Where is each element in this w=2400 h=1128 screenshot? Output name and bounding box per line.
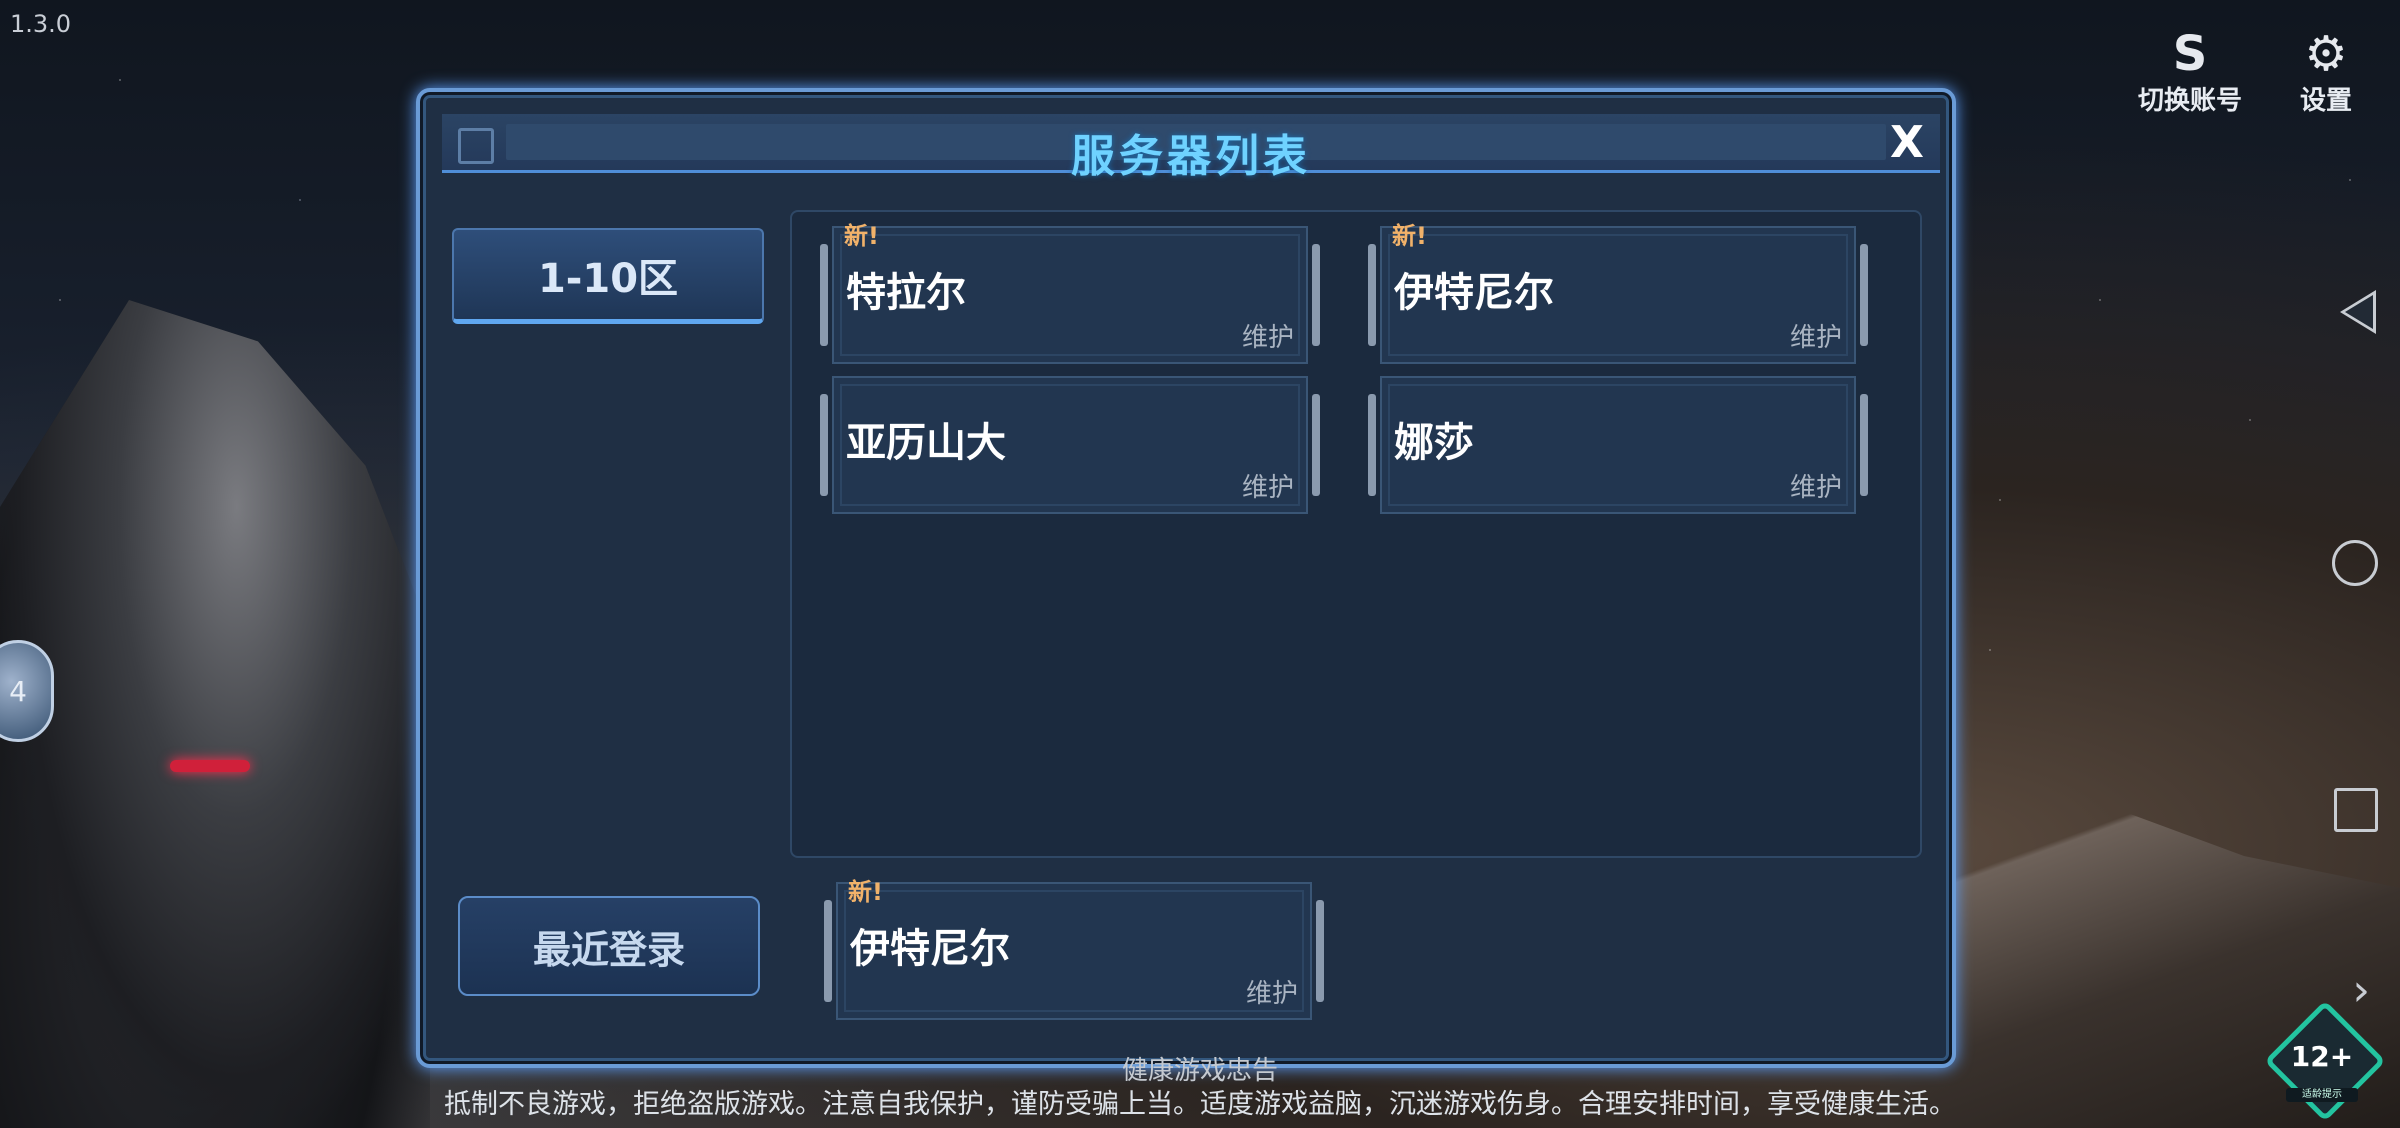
server-name: 伊特尼尔 <box>1394 270 1554 316</box>
settings-label: 设置 <box>2299 86 2352 116</box>
server-list-dialog: 服务器列表 X 1-10区 新! 特拉尔 维护 新! 伊特尼尔 维护 亚历山大 … <box>416 88 1956 1068</box>
dialog-title: 服务器列表 <box>1071 131 1311 182</box>
server-card[interactable]: 新! 特拉尔 维护 <box>820 222 1320 364</box>
nav-back-icon[interactable] <box>2340 290 2376 334</box>
version-label: 1.3.0 <box>10 10 72 38</box>
recent-login-button[interactable]: 最近登录 <box>458 896 760 996</box>
side-badge-number: 4 <box>9 674 27 708</box>
server-status: 维护 <box>1789 323 1842 353</box>
close-button[interactable]: X <box>1888 121 1926 165</box>
server-card[interactable]: 娜莎 维护 <box>1368 376 1868 514</box>
chevron-right-icon[interactable]: › <box>2352 965 2370 1016</box>
recent-server-card[interactable]: 新! 伊特尼尔 维护 <box>824 878 1324 1020</box>
gear-icon: ⚙ <box>2304 26 2348 82</box>
server-status: 维护 <box>1789 473 1842 503</box>
server-name: 娜莎 <box>1394 420 1474 466</box>
nav-home-icon[interactable] <box>2332 540 2378 586</box>
server-card[interactable]: 新! 伊特尼尔 维护 <box>1368 222 1868 364</box>
s-logo-icon: S <box>2172 26 2208 82</box>
age-rating-label: 12+ <box>2290 1040 2354 1073</box>
new-tag: 新! <box>844 222 879 250</box>
zone-tab-1-10[interactable]: 1-10区 <box>452 228 764 324</box>
health-notice-text: 抵制不良游戏，拒绝盗版游戏。注意自我保护，谨防受骗上当。适度游戏益脑，沉迷游戏伤… <box>444 1089 1956 1120</box>
nav-recent-apps-icon[interactable] <box>2334 788 2378 832</box>
dialog-header: 服务器列表 X <box>442 114 1940 182</box>
switch-account-label: 切换账号 <box>2138 86 2243 116</box>
server-list-panel: 新! 特拉尔 维护 新! 伊特尼尔 维护 亚历山大 维护 娜莎 维护 <box>790 210 1922 858</box>
switch-account-button[interactable]: S 切换账号 <box>2138 28 2242 117</box>
new-tag: 新! <box>848 878 883 906</box>
server-name: 亚历山大 <box>846 420 1006 466</box>
server-name: 伊特尼尔 <box>850 926 1010 972</box>
new-tag: 新! <box>1392 222 1427 250</box>
server-card[interactable]: 亚历山大 维护 <box>820 376 1320 514</box>
age-rating-badge: 12+ 适龄提示 <box>2264 1000 2386 1122</box>
server-status: 维护 <box>1241 473 1294 503</box>
server-status: 维护 <box>1241 323 1294 353</box>
armored-character-art <box>0 300 430 1128</box>
age-rating-sub: 适龄提示 <box>2286 1088 2358 1102</box>
side-float-badge[interactable]: 4 <box>0 640 54 742</box>
server-status: 维护 <box>1245 979 1298 1009</box>
settings-button[interactable]: ⚙ 设置 <box>2298 28 2354 117</box>
server-name: 特拉尔 <box>846 270 966 316</box>
